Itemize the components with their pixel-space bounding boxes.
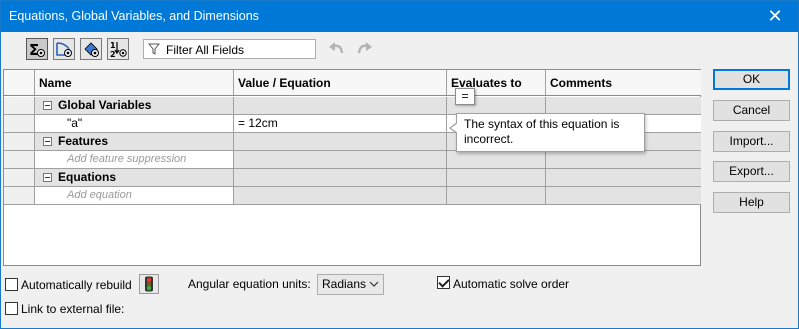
section-features[interactable]: Features: [35, 133, 234, 151]
svg-text:1: 1: [110, 41, 116, 50]
add-feature-suppression[interactable]: Add feature suppression: [35, 151, 234, 169]
help-button[interactable]: Help: [713, 192, 790, 213]
collapse-icon[interactable]: [43, 137, 52, 146]
import-button[interactable]: Import...: [713, 131, 790, 152]
equations-grid: Name Value / Equation Evaluates to Comme…: [3, 69, 701, 266]
section-cell: [447, 169, 546, 187]
svg-text:Σ: Σ: [29, 41, 39, 58]
empty-cell: [447, 151, 546, 169]
svg-text:2: 2: [110, 50, 116, 58]
rebuild-traffic-light-button[interactable]: [139, 274, 159, 294]
undo-button[interactable]: [326, 39, 348, 59]
row-selector[interactable]: [4, 97, 35, 115]
cancel-button[interactable]: Cancel: [713, 100, 790, 121]
equations-dialog: Equations, Global Variables, and Dimensi…: [0, 0, 799, 329]
empty-cell: [234, 151, 447, 169]
section-equations[interactable]: Equations: [35, 169, 234, 187]
link-external-label: Link to external file:: [21, 302, 125, 316]
auto-solve-checkbox[interactable]: [437, 276, 450, 289]
close-icon[interactable]: ✕: [752, 1, 798, 32]
export-button[interactable]: Export...: [713, 161, 790, 182]
link-external-checkbox[interactable]: [5, 302, 18, 315]
sketch-equation-view-button[interactable]: [53, 38, 75, 60]
equation-view-button[interactable]: Σ: [26, 38, 48, 60]
traffic-light-icon: [145, 276, 153, 292]
empty-cell: [234, 187, 447, 205]
collapse-icon[interactable]: [43, 101, 52, 110]
ordered-view-button[interactable]: 1 2: [107, 38, 129, 60]
angular-units-value: Radians: [322, 277, 367, 291]
empty-cell: [546, 187, 701, 205]
section-label: Global Variables: [58, 98, 152, 112]
add-equation[interactable]: Add equation: [35, 187, 234, 205]
empty-cell: [546, 151, 701, 169]
title-bar: Equations, Global Variables, and Dimensi…: [1, 1, 798, 32]
section-global-variables[interactable]: Global Variables: [35, 97, 234, 115]
row-selector[interactable]: [4, 115, 35, 133]
ordered-view-icon: 1 2: [110, 41, 127, 58]
row-selector[interactable]: [4, 151, 35, 169]
chevron-down-icon: [369, 281, 379, 287]
variable-value-cell[interactable]: = 12cm: [234, 115, 447, 133]
equals-badge: =: [455, 88, 475, 105]
section-cell: [234, 133, 447, 151]
angular-units-label: Angular equation units:: [188, 277, 311, 291]
variable-name-cell[interactable]: "a": [35, 115, 234, 133]
angular-units-select[interactable]: Radians: [317, 274, 384, 295]
section-cell: [546, 169, 701, 187]
row-selector[interactable]: [4, 133, 35, 151]
row-selector[interactable]: [4, 187, 35, 205]
redo-button[interactable]: [353, 39, 375, 59]
empty-cell: [447, 187, 546, 205]
filter-input[interactable]: Filter All Fields: [143, 39, 316, 59]
row-header-corner: [4, 70, 35, 96]
section-label: Equations: [58, 170, 117, 184]
collapse-icon[interactable]: [43, 173, 52, 182]
auto-solve-label: Automatic solve order: [453, 277, 570, 291]
dialog-title: Equations, Global Variables, and Dimensi…: [9, 9, 259, 23]
column-header-value[interactable]: Value / Equation: [234, 70, 447, 96]
section-cell: [234, 97, 447, 115]
undo-icon: [329, 42, 344, 54]
section-label: Features: [58, 134, 109, 148]
ok-button[interactable]: OK: [713, 69, 790, 90]
column-header-comments[interactable]: Comments: [546, 70, 701, 96]
auto-rebuild-label: Automatically rebuild: [21, 278, 132, 292]
dimension-view-icon: [84, 42, 99, 57]
column-header-name[interactable]: Name: [35, 70, 234, 96]
sigma-equation-view-icon: Σ: [29, 41, 45, 58]
section-cell: [234, 169, 447, 187]
sketch-equation-view-icon: [56, 42, 72, 57]
filter-placeholder: Filter All Fields: [166, 43, 245, 57]
syntax-error-tooltip: The syntax of this equation is incorrect…: [449, 113, 645, 152]
filter-funnel-icon: [148, 43, 160, 55]
auto-rebuild-checkbox[interactable]: [5, 278, 18, 291]
dimension-view-button[interactable]: [80, 38, 102, 60]
row-selector[interactable]: [4, 169, 35, 187]
redo-icon: [357, 42, 372, 54]
